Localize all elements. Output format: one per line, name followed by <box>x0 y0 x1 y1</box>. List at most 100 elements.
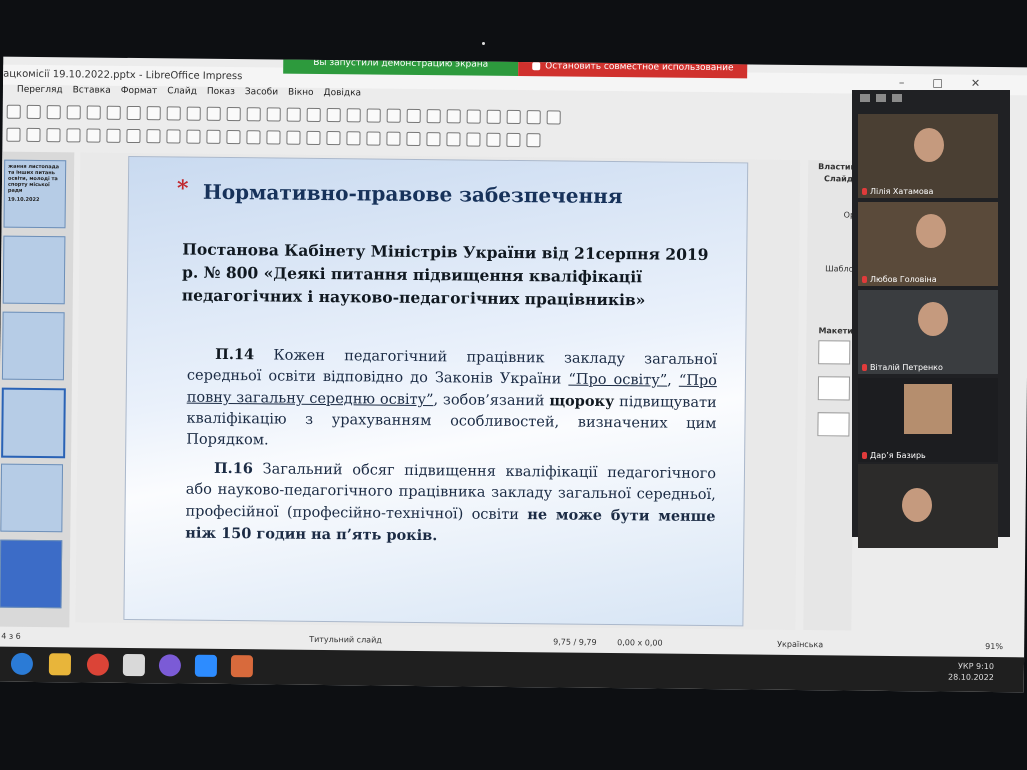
participant-tile[interactable]: Любов Головіна <box>858 202 998 286</box>
redo-icon[interactable] <box>206 106 221 121</box>
filter-icon[interactable] <box>466 132 481 147</box>
close-button[interactable]: ✕ <box>971 77 1008 90</box>
slide-thumbnail-1[interactable]: жання листопада та інших питань освіти, … <box>3 159 67 229</box>
participant-tile[interactable] <box>858 464 998 548</box>
minimize-button[interactable]: – <box>899 76 933 89</box>
rectangle-icon[interactable] <box>106 128 121 143</box>
undo-icon[interactable] <box>186 106 201 121</box>
clone-icon[interactable] <box>166 106 181 121</box>
menu-slide[interactable]: Слайд <box>167 86 197 102</box>
shadow-icon[interactable] <box>426 132 441 147</box>
slide-resolution-paragraph[interactable]: Постанова Кабінету Міністрів України від… <box>182 238 723 313</box>
gallery-view-icon[interactable] <box>876 94 886 102</box>
chart-icon[interactable] <box>406 108 421 124</box>
align-icon[interactable] <box>366 131 381 146</box>
grid-icon[interactable] <box>266 107 281 122</box>
impress-icon[interactable] <box>230 655 254 678</box>
grid-view-icon[interactable] <box>892 94 902 102</box>
start-show-icon[interactable] <box>326 108 341 123</box>
media-icon[interactable] <box>386 108 401 123</box>
spellcheck-icon[interactable] <box>246 107 261 122</box>
textbox-icon[interactable] <box>426 109 441 124</box>
crop-icon[interactable] <box>446 132 461 147</box>
menu-show[interactable]: Показ <box>207 87 235 103</box>
keyboard-language[interactable]: УКР <box>958 662 973 671</box>
copy-icon[interactable] <box>126 105 141 121</box>
language-status[interactable]: Українська <box>777 640 823 649</box>
animation-icon[interactable] <box>546 110 561 125</box>
menu-tools[interactable]: Засоби <box>245 87 278 103</box>
layout-option-3[interactable] <box>817 412 850 437</box>
zoom-icon[interactable] <box>26 127 41 143</box>
zoom-gallery-window[interactable]: Лілія Хатамова Любов Головіна Віталій Пе… <box>852 90 1010 548</box>
clock-date[interactable]: 28.10.2022 <box>948 673 994 682</box>
slide-thumbnail-3[interactable] <box>1 311 65 381</box>
print-icon[interactable] <box>86 105 101 120</box>
menu-window[interactable]: Вікно <box>288 88 314 104</box>
table-icon[interactable] <box>346 108 361 123</box>
text-icon[interactable] <box>46 128 61 143</box>
smiley-icon[interactable] <box>226 129 241 145</box>
layout-option-1[interactable] <box>818 340 851 365</box>
slide-thumbnail-6[interactable] <box>0 539 63 609</box>
image-icon[interactable] <box>366 108 381 123</box>
zoom-level[interactable]: 91% <box>985 642 1003 651</box>
participant-tile[interactable]: Лілія Хатамова <box>858 114 998 198</box>
curve-icon[interactable] <box>166 129 181 144</box>
3d-object-icon[interactable] <box>326 131 341 146</box>
zoom-app-icon[interactable] <box>194 654 218 677</box>
slide-paragraph-14[interactable]: П.14 Кожен педагогічний працівник заклад… <box>186 344 717 457</box>
special-char-icon[interactable] <box>446 109 461 124</box>
points-icon[interactable] <box>486 132 501 147</box>
flowchart-icon[interactable] <box>266 130 281 145</box>
open-icon[interactable] <box>26 104 41 120</box>
highlight-icon[interactable] <box>526 133 541 148</box>
edge-icon[interactable] <box>10 652 34 675</box>
find-icon[interactable] <box>226 106 241 122</box>
rotate-icon[interactable] <box>346 131 361 146</box>
save-icon[interactable] <box>46 105 61 120</box>
display-views-icon[interactable] <box>286 107 301 122</box>
system-tray[interactable]: УКР 9:10 28.10.2022 <box>948 661 994 683</box>
cut-icon[interactable] <box>106 105 121 120</box>
clock-time[interactable]: 9:10 <box>976 662 994 671</box>
slide-thumbnail-4-selected[interactable] <box>1 387 66 459</box>
connector-icon[interactable] <box>186 129 201 144</box>
block-arrows-icon[interactable] <box>246 130 261 145</box>
transition-icon[interactable] <box>526 110 541 125</box>
pdf-icon[interactable] <box>66 105 81 120</box>
documents-icon[interactable] <box>122 653 146 677</box>
layout-option-2[interactable] <box>817 376 850 401</box>
menu-help[interactable]: Довідка <box>323 88 362 104</box>
speaker-view-icon[interactable] <box>860 94 870 102</box>
slide-thumbnail-5[interactable] <box>0 463 64 533</box>
participant-tile[interactable]: Дар’я Базирь <box>858 378 998 462</box>
sidebar-section-layouts[interactable]: Макети <box>818 326 853 335</box>
basic-shapes-icon[interactable] <box>206 129 221 144</box>
slide-paragraph-16[interactable]: П.16 Загальний обсяг підвищення кваліфік… <box>185 458 716 551</box>
paste-icon[interactable] <box>146 106 161 121</box>
arrange-icon[interactable] <box>386 131 401 146</box>
chrome-icon[interactable] <box>86 653 110 676</box>
master-slide-icon[interactable] <box>306 107 321 122</box>
fill-color-icon[interactable] <box>66 128 81 143</box>
arrow-icon[interactable] <box>146 129 161 144</box>
slide-thumbnails-panel[interactable]: жання листопада та інших питань освіти, … <box>0 151 75 628</box>
menu-insert[interactable]: Вставка <box>73 85 111 101</box>
stop-share-button[interactable]: Остановить совместное использование <box>518 56 748 79</box>
viber-icon[interactable] <box>158 654 182 677</box>
slide-editor[interactable]: * Нормативно-правове забезпечення Постан… <box>75 152 801 630</box>
participant-tile[interactable]: Віталій Петренко <box>858 290 998 374</box>
hyperlink-icon[interactable] <box>486 109 501 124</box>
slide-title[interactable]: Нормативно-правове забезпечення <box>203 180 623 208</box>
glue-icon[interactable] <box>506 132 521 148</box>
menu-view[interactable]: Перегляд <box>17 85 63 101</box>
new-icon[interactable] <box>6 104 21 119</box>
sidebar-section-slide[interactable]: Слайд <box>824 174 853 183</box>
slide-canvas[interactable]: * Нормативно-правове забезпечення Постан… <box>123 155 749 627</box>
ellipse-icon[interactable] <box>126 128 141 144</box>
callout-icon[interactable] <box>286 130 301 145</box>
comment-icon[interactable] <box>506 109 521 125</box>
maximize-button[interactable]: □ <box>932 76 971 89</box>
fontwork-icon[interactable] <box>466 109 481 124</box>
